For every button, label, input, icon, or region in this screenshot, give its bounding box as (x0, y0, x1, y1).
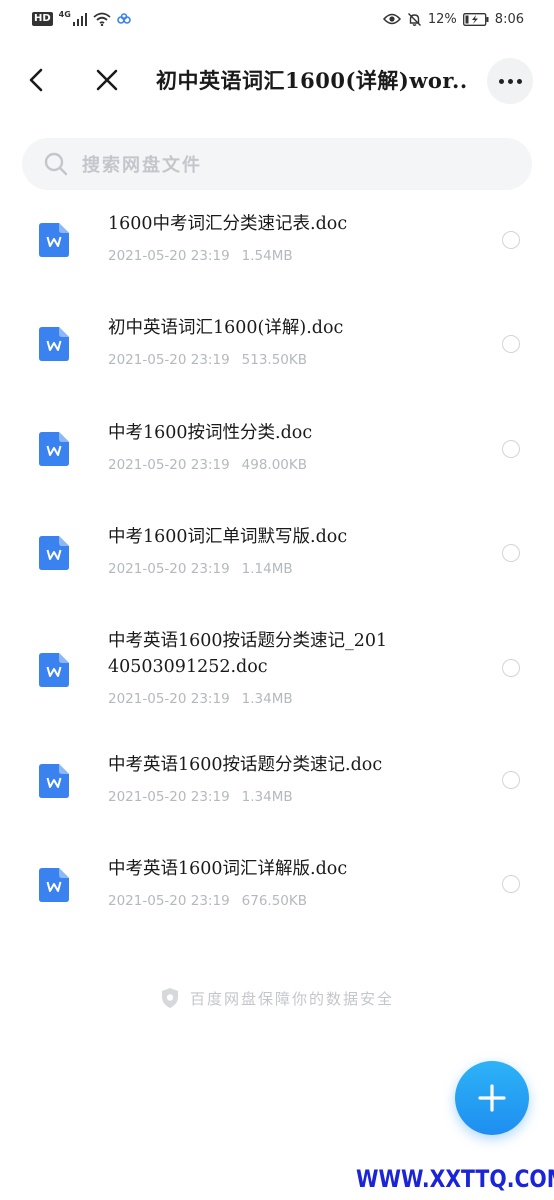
file-size: 1.34MB (241, 789, 293, 805)
file-row[interactable]: 中考英语1600按话题分类速记.doc 2021-05-20 23:19 1.34… (0, 743, 554, 847)
eye-icon (382, 13, 401, 25)
file-size: 513.50KB (241, 352, 308, 368)
file-meta: 2021-05-20 23:19 1.34MB (108, 789, 293, 805)
file-date: 2021-05-20 23:19 (108, 893, 230, 909)
battery-icon (462, 12, 489, 26)
status-bar: HD 4G 12% 8:06 (0, 0, 554, 38)
file-meta: 2021-05-20 23:19 676.50KB (108, 893, 307, 909)
more-button[interactable] (487, 58, 533, 104)
word-doc-icon (39, 223, 69, 257)
file-date: 2021-05-20 23:19 (108, 248, 230, 264)
wifi-icon (93, 12, 111, 26)
word-doc-icon (39, 764, 69, 798)
file-size: 676.50KB (241, 893, 308, 909)
file-name: 中考英语1600按话题分类速记.doc (108, 755, 383, 775)
file-name: 中考1600词汇单词默写版.doc (108, 527, 348, 547)
word-doc-icon (39, 653, 69, 687)
signal-icon (72, 12, 87, 26)
network-type: 4G (58, 9, 71, 19)
file-date: 2021-05-20 23:19 (108, 352, 230, 368)
bell-off-icon (407, 12, 422, 27)
safety-note: 百度网盘保障你的数据安全 (0, 986, 554, 1010)
close-icon (96, 69, 118, 91)
file-name: 初中英语词汇1600(详解).doc (108, 318, 344, 338)
file-row[interactable]: 中考英语1600按话题分类速记_20140503091252.doc 2021-… (0, 615, 554, 743)
file-row[interactable]: 中考1600按词性分类.doc 2021-05-20 23:19 498.00KB (0, 407, 554, 511)
file-meta: 2021-05-20 23:19 1.34MB (108, 691, 293, 707)
file-meta: 2021-05-20 23:19 513.50KB (108, 352, 307, 368)
chevron-left-icon (29, 68, 43, 92)
search-icon (44, 152, 68, 176)
select-radio[interactable] (502, 875, 520, 893)
file-meta: 2021-05-20 23:19 498.00KB (108, 457, 307, 473)
file-row[interactable]: 中考1600词汇单词默写版.doc 2021-05-20 23:19 1.14MB (0, 511, 554, 615)
top-nav-bar: 初中英语词汇1600(详解)wor... (0, 55, 554, 107)
select-radio[interactable] (502, 440, 520, 458)
file-name: 1600中考词汇分类速记表.doc (108, 214, 348, 234)
select-radio[interactable] (502, 544, 520, 562)
status-right: 12% 8:06 (382, 11, 524, 27)
file-size: 498.00KB (241, 457, 308, 473)
add-button[interactable] (455, 1061, 529, 1135)
file-name: 中考英语1600按话题分类速记_20140503091252.doc (108, 631, 388, 677)
clock-time: 8:06 (494, 11, 524, 27)
file-row[interactable]: 初中英语词汇1600(详解).doc 2021-05-20 23:19 513.5… (0, 302, 554, 406)
word-doc-icon (39, 327, 69, 361)
file-date: 2021-05-20 23:19 (108, 691, 230, 707)
shield-icon (161, 988, 178, 1008)
select-radio[interactable] (502, 771, 520, 789)
close-button[interactable] (92, 63, 122, 97)
page-title: 初中英语词汇1600(详解)wor... (156, 68, 468, 93)
status-left: HD 4G (32, 9, 131, 26)
back-button[interactable] (22, 63, 50, 97)
file-row[interactable]: 1600中考词汇分类速记表.doc 2021-05-20 23:19 1.54MB (0, 198, 554, 302)
plus-icon (478, 1084, 506, 1112)
more-icon-dot (516, 78, 522, 84)
file-date: 2021-05-20 23:19 (108, 457, 230, 473)
select-radio[interactable] (502, 659, 520, 677)
battery-percent: 12% (427, 11, 457, 27)
search-placeholder: 搜索网盘文件 (82, 155, 202, 176)
baidu-cloud-icon (117, 13, 131, 25)
file-size: 1.34MB (241, 691, 293, 707)
select-radio[interactable] (502, 335, 520, 353)
select-radio[interactable] (502, 231, 520, 249)
file-name: 中考1600按词性分类.doc (108, 423, 313, 443)
more-icon (498, 78, 504, 84)
file-meta: 2021-05-20 23:19 1.14MB (108, 561, 293, 577)
file-date: 2021-05-20 23:19 (108, 561, 230, 577)
word-doc-icon (39, 536, 69, 570)
file-row[interactable]: 中考英语1600词汇详解版.doc 2021-05-20 23:19 676.50… (0, 847, 554, 951)
file-meta: 2021-05-20 23:19 1.54MB (108, 248, 293, 264)
word-doc-icon (39, 868, 69, 902)
watermark: WWW.XXTTQ.COM (356, 1165, 554, 1193)
file-size: 1.54MB (241, 248, 293, 264)
safety-text: 百度网盘保障你的数据安全 (189, 989, 394, 1008)
file-date: 2021-05-20 23:19 (108, 789, 230, 805)
file-size: 1.14MB (241, 561, 293, 577)
hd-badge: HD (32, 12, 53, 26)
word-doc-icon (39, 432, 69, 466)
more-icon-dot (507, 78, 513, 84)
file-name: 中考英语1600词汇详解版.doc (108, 859, 348, 879)
search-input[interactable]: 搜索网盘文件 (22, 138, 532, 190)
